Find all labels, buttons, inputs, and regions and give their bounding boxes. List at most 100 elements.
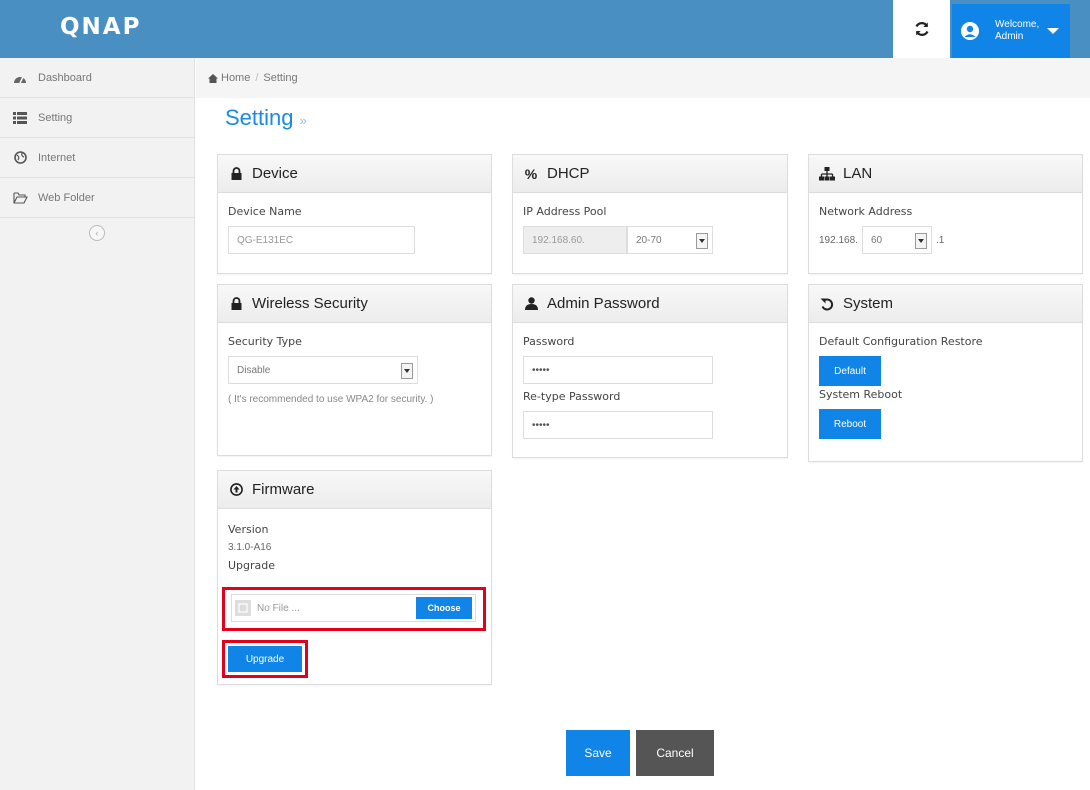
panel-title: System xyxy=(843,295,894,312)
lock-icon xyxy=(228,296,244,312)
reboot-label: System Reboot xyxy=(819,388,903,401)
user-icon xyxy=(523,296,539,312)
network-address-suffix: .1 xyxy=(935,234,945,246)
network-address-label: Network Address xyxy=(819,205,913,218)
system-panel-body: Default Configuration Restore Default Sy… xyxy=(809,323,1082,451)
sidebar-collapse-toggle[interactable]: ‹ xyxy=(0,218,194,248)
device-panel: Device Device Name QG-E131EC xyxy=(217,154,492,274)
system-panel-header: System xyxy=(809,285,1082,323)
panel-title: DHCP xyxy=(547,165,590,182)
network-address-prefix: 192.168. xyxy=(819,234,858,246)
security-type-select[interactable]: Disable xyxy=(228,356,418,384)
wireless-security-panel: Wireless Security Security Type Disable … xyxy=(217,284,492,456)
sidebar-item-setting[interactable]: Setting xyxy=(0,98,194,138)
breadcrumb-current: Setting xyxy=(263,72,298,84)
version-value: 3.1.0-A16 xyxy=(228,542,272,553)
ip-range-select[interactable]: 20-70 xyxy=(627,226,713,254)
firmware-panel-body: Version 3.1.0-A16 Upgrade xyxy=(218,509,491,592)
admin-password-panel: Admin Password Password ••••• Re-type Pa… xyxy=(512,284,788,458)
upgrade-label: Upgrade xyxy=(228,559,276,572)
restore-label: Default Configuration Restore xyxy=(819,335,983,348)
username: Admin xyxy=(995,31,1024,42)
system-panel: System Default Configuration Restore Def… xyxy=(808,284,1083,462)
lan-panel-header: LAN xyxy=(809,155,1082,193)
ip-pool-label: IP Address Pool xyxy=(523,205,607,218)
default-button[interactable]: Default xyxy=(819,356,881,386)
welcome-text: Welcome, Admin xyxy=(995,19,1039,43)
dhcp-panel-header: % DHCP xyxy=(513,155,787,193)
sidebar-item-label: Web Folder xyxy=(38,191,95,204)
chevron-right-icon: » xyxy=(299,113,307,128)
firmware-panel-header: Firmware xyxy=(218,471,491,509)
breadcrumb-separator: / xyxy=(255,72,259,84)
ip-range-value: 20-70 xyxy=(636,234,662,246)
network-icon xyxy=(819,166,835,182)
globe-icon xyxy=(12,150,28,166)
lan-panel: LAN Network Address 192.168. 60 .1 xyxy=(808,154,1083,274)
percent-icon: % xyxy=(524,165,538,182)
panel-title: Firmware xyxy=(252,481,315,498)
panel-title: Admin Password xyxy=(547,295,660,312)
chevron-down-icon xyxy=(401,363,413,379)
home-icon xyxy=(208,73,218,83)
sidebar-item-label: Dashboard xyxy=(38,71,92,84)
list-icon xyxy=(12,110,28,126)
file-placeholder: No File ... xyxy=(257,602,300,614)
user-avatar-icon xyxy=(961,22,979,40)
chevron-left-icon: ‹ xyxy=(89,225,105,241)
qnap-logo: QNAP xyxy=(60,14,142,40)
sidebar-item-dashboard[interactable]: Dashboard xyxy=(0,58,194,98)
panel-title: LAN xyxy=(843,165,873,182)
page-title-text: Setting xyxy=(225,105,294,130)
retype-password-label: Re-type Password xyxy=(523,390,621,403)
security-hint: ( It's recommended to use WPA2 for secur… xyxy=(228,394,434,405)
folder-icon xyxy=(12,190,28,206)
chevron-down-icon xyxy=(1047,28,1059,34)
chevron-down-icon xyxy=(696,233,708,249)
page-title: Setting » xyxy=(225,105,307,131)
user-menu-button[interactable]: Welcome, Admin xyxy=(952,4,1070,58)
sidebar-item-label: Internet xyxy=(38,151,76,164)
welcome-line: Welcome, xyxy=(995,19,1040,30)
panel-title: Device xyxy=(252,165,298,182)
sidebar-item-internet[interactable]: Internet xyxy=(0,138,194,178)
password-label: Password xyxy=(523,335,575,348)
security-type-label: Security Type xyxy=(228,335,302,348)
top-bar: QNAP Welcome, Admin xyxy=(0,0,1090,58)
refresh-button[interactable] xyxy=(893,0,950,58)
sidebar-item-web-folder[interactable]: Web Folder xyxy=(0,178,194,218)
lock-icon xyxy=(228,166,244,182)
reboot-button[interactable]: Reboot xyxy=(819,409,881,439)
refresh-icon xyxy=(915,22,928,36)
cancel-button[interactable]: Cancel xyxy=(636,730,714,776)
admin-password-header: Admin Password xyxy=(513,285,787,323)
ip-pool-prefix-field: 192.168.60. xyxy=(523,226,627,254)
device-panel-header: Device xyxy=(218,155,491,193)
breadcrumb: Home / Setting xyxy=(196,58,1090,98)
file-icon xyxy=(235,600,251,616)
retype-password-field[interactable]: ••••• xyxy=(523,411,713,439)
save-button[interactable]: Save xyxy=(566,730,630,776)
wireless-security-body: Security Type Disable ( It's recommended… xyxy=(218,323,491,419)
version-label: Version xyxy=(228,523,269,536)
dhcp-panel-body: IP Address Pool 192.168.60. 20-70 xyxy=(513,193,787,266)
password-field[interactable]: ••••• xyxy=(523,356,713,384)
security-type-value: Disable xyxy=(237,364,271,376)
undo-icon xyxy=(819,296,835,312)
network-octet-value: 60 xyxy=(870,234,883,246)
upgrade-button[interactable]: Upgrade xyxy=(228,646,302,672)
sidebar-item-label: Setting xyxy=(38,111,73,124)
dhcp-panel: % DHCP IP Address Pool 192.168.60. 20-70 xyxy=(512,154,788,274)
admin-password-body: Password ••••• Re-type Password ••••• xyxy=(513,323,787,451)
device-name-label: Device Name xyxy=(228,205,302,218)
network-octet-select[interactable]: 60 xyxy=(861,226,932,254)
breadcrumb-home[interactable]: Home xyxy=(221,72,250,84)
panel-title: Wireless Security xyxy=(252,295,368,312)
upload-circle-icon xyxy=(228,482,244,498)
chevron-down-icon xyxy=(914,233,927,249)
choose-file-button[interactable]: Choose xyxy=(416,597,472,619)
wireless-security-header: Wireless Security xyxy=(218,285,491,323)
device-name-field[interactable]: QG-E131EC xyxy=(228,226,415,254)
sidebar: Dashboard Setting Internet Web Folder ‹ xyxy=(0,58,195,790)
lan-panel-body: Network Address 192.168. 60 .1 xyxy=(809,193,1082,266)
